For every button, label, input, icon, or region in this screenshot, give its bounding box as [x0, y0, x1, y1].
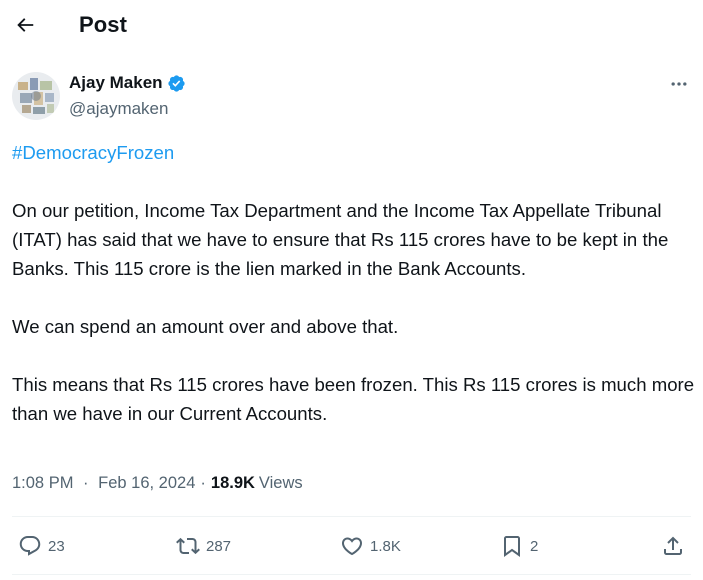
- bookmark-button[interactable]: 2: [500, 532, 538, 560]
- meta-separator: ·: [83, 474, 89, 492]
- verified-badge-icon: [167, 74, 186, 93]
- post-header: Post: [0, 0, 703, 52]
- divider: [12, 516, 691, 517]
- repost-button[interactable]: 287: [176, 532, 231, 560]
- more-options-button[interactable]: [666, 74, 692, 94]
- like-count: 1.8K: [370, 537, 401, 555]
- more-horizontal-icon: [669, 74, 689, 94]
- divider: [12, 574, 691, 575]
- repost-icon: [176, 534, 200, 558]
- post-meta: 1:08 PM · Feb 16, 2024 · 18.9K Views: [12, 474, 303, 493]
- share-icon: [661, 534, 685, 558]
- page-title: Post: [79, 12, 128, 37]
- reply-icon: [18, 534, 42, 558]
- reply-button[interactable]: 23: [18, 532, 65, 560]
- post-paragraph: We can spend an amount over and above th…: [12, 316, 399, 337]
- back-button[interactable]: [10, 10, 40, 40]
- arrow-left-icon: [14, 14, 36, 36]
- avatar[interactable]: [12, 72, 60, 120]
- author-name[interactable]: Ajay Maken: [69, 73, 186, 93]
- repost-count: 287: [206, 537, 232, 555]
- hashtag-link[interactable]: #DemocracyFrozen: [12, 138, 174, 167]
- post-time: 1:08 PM: [12, 474, 74, 492]
- views-count: 18.9K: [210, 474, 255, 492]
- post-date: Feb 16, 2024: [98, 474, 196, 492]
- bookmark-count: 2: [530, 537, 539, 555]
- post-timestamp[interactable]: 1:08 PM · Feb 16, 2024: [12, 474, 195, 493]
- reply-count: 23: [48, 537, 65, 555]
- post-paragraph: On our petition, Income Tax Department a…: [12, 200, 669, 279]
- meta-separator: ·: [200, 474, 206, 492]
- author-handle[interactable]: @ajaymaken: [69, 99, 168, 119]
- bookmark-icon: [500, 534, 524, 558]
- heart-icon: [340, 534, 364, 558]
- share-button[interactable]: [661, 532, 685, 560]
- views-label: Views: [258, 474, 303, 492]
- post-text: #DemocracyFrozen On our petition, Income…: [12, 138, 697, 428]
- post-paragraph: This means that Rs 115 crores have been …: [12, 374, 695, 424]
- author-name-text: Ajay Maken: [69, 73, 163, 92]
- like-button[interactable]: 1.8K: [340, 532, 401, 560]
